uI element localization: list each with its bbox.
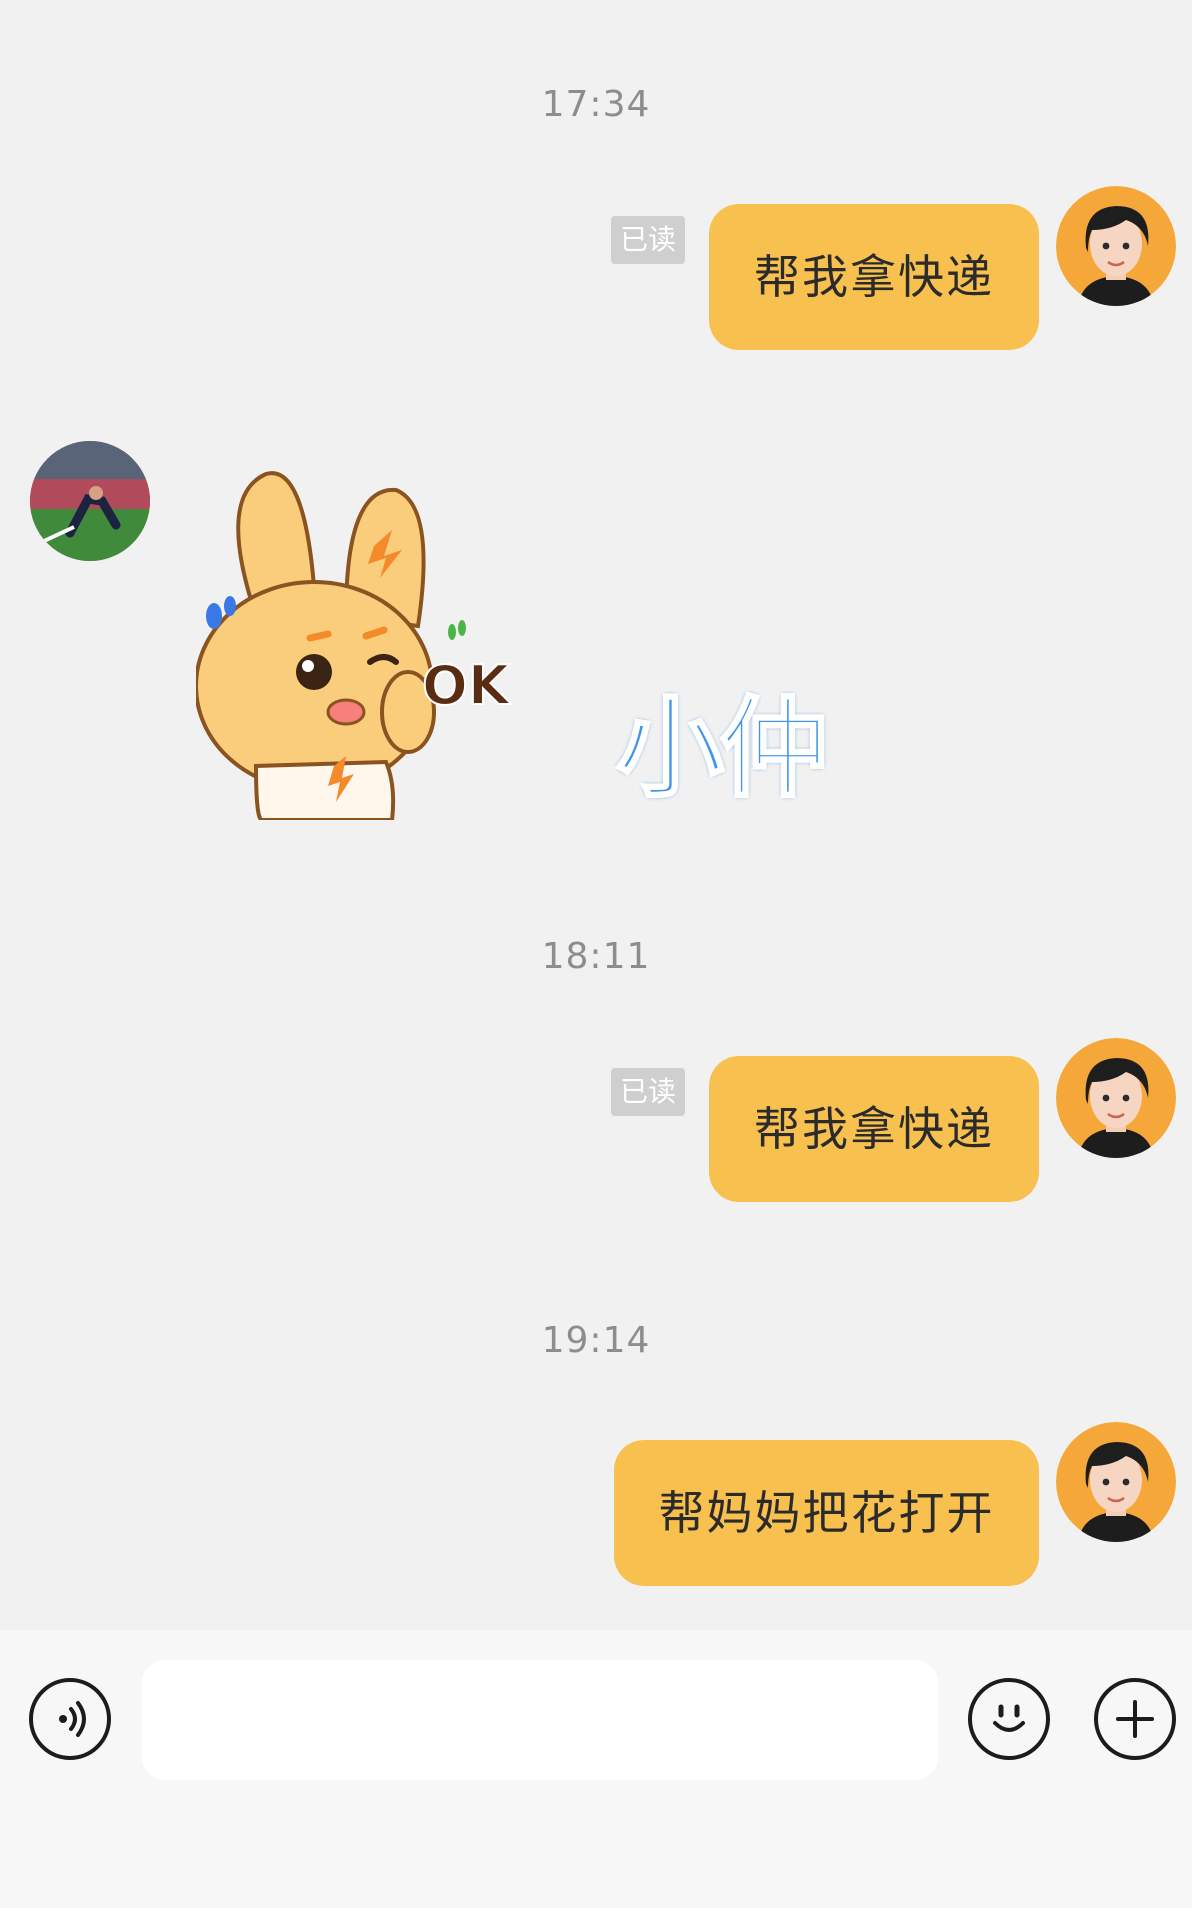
plus-icon xyxy=(1116,1700,1154,1738)
sticker-ok-text: OK xyxy=(422,654,512,717)
contact-avatar-image xyxy=(30,441,150,561)
contact-avatar[interactable] xyxy=(30,441,150,561)
emoji-button[interactable] xyxy=(968,1678,1050,1760)
user-avatar-image xyxy=(1056,1038,1176,1158)
read-badge: 已读 xyxy=(611,216,685,264)
message-bubble[interactable]: 帮我拿快递 xyxy=(709,204,1039,350)
ok-sticker[interactable]: OK xyxy=(194,466,522,822)
message-bubble[interactable]: 帮我拿快递 xyxy=(709,1056,1039,1202)
message-input[interactable] xyxy=(142,1660,938,1780)
user-avatar[interactable] xyxy=(1056,1038,1176,1158)
bunny-sticker-image: OK xyxy=(194,471,513,822)
read-badge: 已读 xyxy=(611,1068,685,1116)
user-avatar[interactable] xyxy=(1056,1422,1176,1542)
user-avatar-image xyxy=(1056,186,1176,306)
chat-screen: 17:34 已读 帮我拿快递 OK 小仲 18:11 已读 帮我拿快递 19:1… xyxy=(0,0,1192,1908)
message-bubble[interactable]: 帮妈妈把花打开 xyxy=(614,1440,1039,1586)
timestamp: 17:34 xyxy=(541,84,651,125)
sticker-caption: 小仲 xyxy=(614,686,829,814)
user-avatar[interactable] xyxy=(1056,186,1176,306)
timestamp: 19:14 xyxy=(541,1320,651,1361)
user-avatar-image xyxy=(1056,1422,1176,1542)
voice-icon xyxy=(59,1701,86,1737)
add-button[interactable] xyxy=(1094,1678,1176,1760)
input-bar xyxy=(0,1630,1192,1908)
timestamp: 18:11 xyxy=(541,936,651,977)
emoji-icon xyxy=(993,1704,1025,1732)
voice-button[interactable] xyxy=(29,1678,111,1760)
